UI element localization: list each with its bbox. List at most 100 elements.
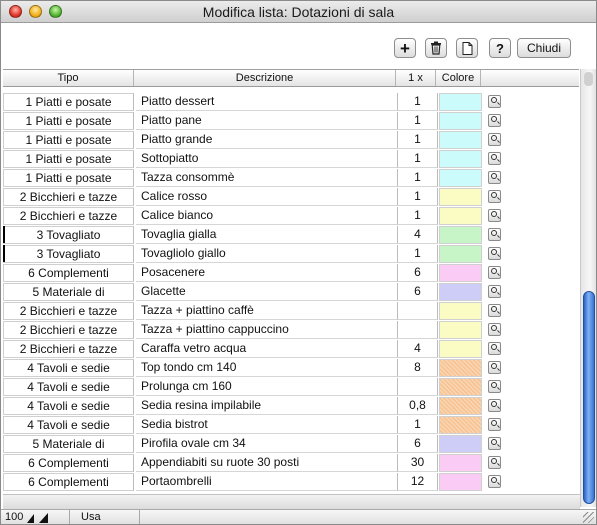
magnifier-icon[interactable] (488, 437, 501, 450)
horizontal-scrollbar[interactable] (3, 494, 580, 509)
magnifier-icon[interactable] (488, 399, 501, 412)
cell-descrizione[interactable]: Piatto grande (136, 130, 398, 149)
cell-colore[interactable] (439, 149, 482, 168)
table-row[interactable]: 6 Complementi Appendiabiti su ruote 30 po… (3, 453, 579, 472)
cell-qty[interactable]: 6 (398, 263, 438, 282)
magnifier-icon[interactable] (488, 342, 501, 355)
help-button[interactable]: ? (489, 38, 511, 58)
magnifier-icon[interactable] (488, 266, 501, 279)
table-row[interactable]: 1 Piatti e posate Sottopiatto 1 (3, 149, 579, 168)
title-bar[interactable]: Modifica lista: Dotazioni di sala (1, 1, 596, 23)
cell-colore[interactable] (439, 282, 482, 301)
cell-qty[interactable]: 1 (398, 187, 438, 206)
cell-descrizione[interactable]: Tazza + piattino cappuccino (136, 320, 398, 339)
magnifier-icon[interactable] (488, 456, 501, 469)
cell-qty[interactable]: 4 (398, 339, 438, 358)
column-header-descrizione[interactable]: Descrizione (134, 70, 396, 86)
cell-tipo[interactable]: 6 Complementi (3, 453, 134, 472)
cell-colore[interactable] (439, 225, 482, 244)
cell-tipo[interactable]: 5 Materiale di (3, 282, 134, 301)
magnifier-icon[interactable] (488, 133, 501, 146)
cell-colore[interactable] (439, 377, 482, 396)
magnifier-icon[interactable] (488, 475, 501, 488)
cell-descrizione[interactable]: Tazza + piattino caffè (136, 301, 398, 320)
cell-qty[interactable]: 0,8 (398, 396, 438, 415)
magnifier-icon[interactable] (488, 361, 501, 374)
magnifier-icon[interactable] (488, 304, 501, 317)
cell-descrizione[interactable]: Prolunga cm 160 (136, 377, 398, 396)
scroll-up-arrow[interactable] (584, 72, 593, 86)
column-header-sort[interactable] (481, 70, 501, 86)
magnifier-icon[interactable] (488, 95, 501, 108)
cell-colore[interactable] (439, 206, 482, 225)
cell-colore[interactable] (439, 168, 482, 187)
table-row[interactable]: 5 Materiale di Pirofila ovale cm 34 6 (3, 434, 579, 453)
table-row[interactable]: 1 Piatti e posate Tazza consommè 1 (3, 168, 579, 187)
table-row[interactable]: 4 Tavoli e sedie Sedia bistrot 1 (3, 415, 579, 434)
cell-tipo[interactable]: 2 Bicchieri e tazze (3, 339, 134, 358)
cell-descrizione[interactable]: Posacenere (136, 263, 398, 282)
cell-descrizione[interactable]: Calice rosso (136, 187, 398, 206)
vertical-scroll-thumb[interactable] (583, 291, 595, 504)
cell-descrizione[interactable]: Piatto pane (136, 111, 398, 130)
cell-qty[interactable]: 1 (398, 206, 438, 225)
add-button[interactable]: + (394, 38, 416, 58)
magnifier-icon[interactable] (488, 190, 501, 203)
cell-tipo[interactable]: 4 Tavoli e sedie (3, 415, 134, 434)
cell-colore[interactable] (439, 415, 482, 434)
table-row[interactable]: 2 Bicchieri e tazze Tazza + piattino caff… (3, 301, 579, 320)
magnifier-icon[interactable] (488, 418, 501, 431)
cell-colore[interactable] (439, 130, 482, 149)
zoom-in-icon[interactable] (39, 513, 48, 523)
magnifier-icon[interactable] (488, 209, 501, 222)
magnifier-icon[interactable] (488, 380, 501, 393)
table-row[interactable]: 6 Complementi Portaombrelli 12 (3, 472, 579, 491)
cell-descrizione[interactable]: Top tondo cm 140 (136, 358, 398, 377)
cell-colore[interactable] (439, 111, 482, 130)
close-button[interactable]: Chiudi (517, 38, 571, 58)
cell-colore[interactable] (439, 472, 482, 491)
cell-descrizione[interactable]: Tovaglia gialla (136, 225, 398, 244)
cell-descrizione[interactable]: Sottopiatto (136, 149, 398, 168)
cell-descrizione[interactable]: Pirofila ovale cm 34 (136, 434, 398, 453)
magnifier-icon[interactable] (488, 285, 501, 298)
cell-colore[interactable] (439, 301, 482, 320)
cell-descrizione[interactable]: Sedia resina impilabile (136, 396, 398, 415)
cell-descrizione[interactable]: Caraffa vetro acqua (136, 339, 398, 358)
cell-descrizione[interactable]: Glacette (136, 282, 398, 301)
cell-tipo[interactable]: 4 Tavoli e sedie (3, 358, 134, 377)
cell-colore[interactable] (439, 320, 482, 339)
column-header-tipo[interactable]: Tipo (3, 70, 134, 86)
cell-tipo[interactable]: 6 Complementi (3, 472, 134, 491)
magnifier-icon[interactable] (488, 152, 501, 165)
table-row[interactable]: 2 Bicchieri e tazze Calice rosso 1 (3, 187, 579, 206)
cell-descrizione[interactable]: Tazza consommè (136, 168, 398, 187)
column-header-colore[interactable]: Colore (436, 70, 481, 86)
cell-tipo[interactable]: 6 Complementi (3, 263, 134, 282)
cell-qty[interactable]: 1 (398, 244, 438, 263)
table-row[interactable]: 3 Tovagliato Tovaglia gialla 4 (3, 225, 579, 244)
cell-descrizione[interactable]: Piatto dessert (136, 92, 398, 111)
cell-descrizione[interactable]: Calice bianco (136, 206, 398, 225)
zoom-out-icon[interactable] (27, 514, 34, 523)
document-button[interactable] (456, 38, 478, 58)
cell-qty[interactable]: 1 (398, 415, 438, 434)
cell-tipo[interactable]: 4 Tavoli e sedie (3, 377, 134, 396)
table-row[interactable]: 5 Materiale di Glacette 6 (3, 282, 579, 301)
magnifier-icon[interactable] (488, 114, 501, 127)
table-row[interactable]: 4 Tavoli e sedie Prolunga cm 160 (3, 377, 579, 396)
cell-tipo[interactable]: 2 Bicchieri e tazze (3, 187, 134, 206)
cell-tipo[interactable]: 1 Piatti e posate (3, 111, 134, 130)
cell-colore[interactable] (439, 434, 482, 453)
table-row[interactable]: 2 Bicchieri e tazze Tazza + piattino capp… (3, 320, 579, 339)
magnifier-icon[interactable] (488, 171, 501, 184)
cell-tipo[interactable]: 5 Materiale di (3, 434, 134, 453)
cell-tipo[interactable]: 1 Piatti e posate (3, 149, 134, 168)
cell-descrizione[interactable]: Portaombrelli (136, 472, 398, 491)
cell-colore[interactable] (439, 244, 482, 263)
cell-colore[interactable] (439, 358, 482, 377)
cell-colore[interactable] (439, 92, 482, 111)
table-row[interactable]: 1 Piatti e posate Piatto dessert 1 (3, 92, 579, 111)
cell-qty[interactable]: 6 (398, 282, 438, 301)
magnifier-icon[interactable] (488, 247, 501, 260)
